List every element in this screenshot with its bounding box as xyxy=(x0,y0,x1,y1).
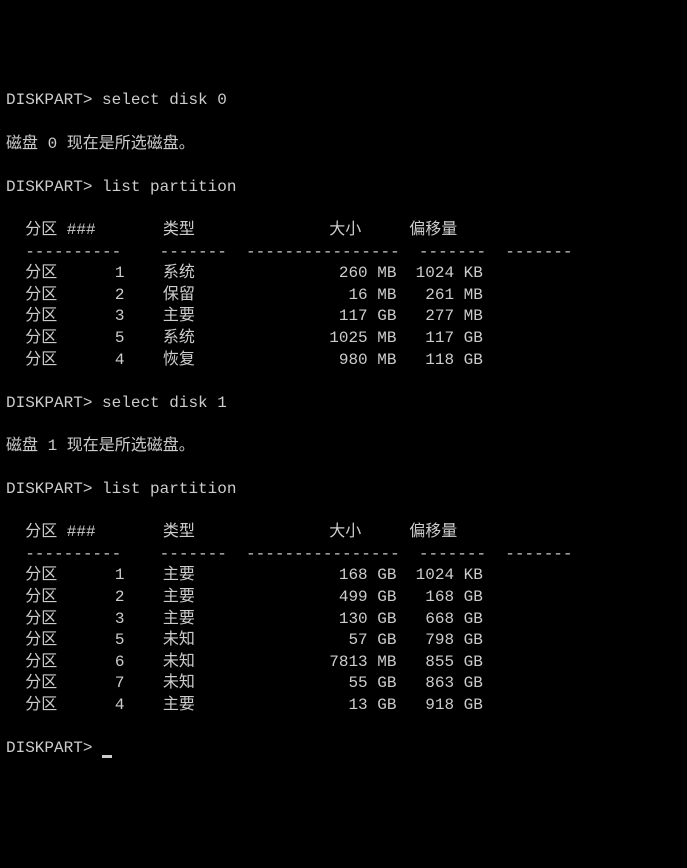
terminal-line: DISKPART> xyxy=(6,738,681,760)
terminal-line xyxy=(6,112,681,134)
cmd-select-disk-0: select disk 0 xyxy=(102,91,227,109)
terminal-line xyxy=(6,501,681,523)
terminal-line xyxy=(6,198,681,220)
terminal-line xyxy=(6,717,681,739)
terminal-line: 磁盘 0 现在是所选磁盘。 xyxy=(6,134,681,156)
terminal-line: 分区 2 主要 499 GB 168 GB xyxy=(6,587,681,609)
table-row: 分区 3 主要 117 GB 277 MB xyxy=(6,307,483,325)
table-dashes: ---------- ------- ---------------- ----… xyxy=(6,545,573,563)
table-row: 分区 4 恢复 980 MB 118 GB xyxy=(6,351,483,369)
msg-disk0-selected: 磁盘 0 现在是所选磁盘。 xyxy=(6,135,195,153)
table-row: 分区 4 主要 13 GB 918 GB xyxy=(6,696,483,714)
table-dashes: ---------- ------- ---------------- ----… xyxy=(6,243,573,261)
terminal-line: 分区 6 未知 7813 MB 855 GB xyxy=(6,652,681,674)
prompt: DISKPART> xyxy=(6,394,92,412)
cursor xyxy=(102,755,112,758)
table-row: 分区 2 保留 16 MB 261 MB xyxy=(6,286,483,304)
terminal-line xyxy=(6,155,681,177)
terminal-line: 分区 7 未知 55 GB 863 GB xyxy=(6,673,681,695)
terminal-line: 分区 4 恢复 980 MB 118 GB xyxy=(6,350,681,372)
terminal-line: DISKPART> list partition xyxy=(6,177,681,199)
terminal-line: 分区 5 未知 57 GB 798 GB xyxy=(6,630,681,652)
prompt: DISKPART> xyxy=(6,739,92,757)
terminal-line: 磁盘 1 现在是所选磁盘。 xyxy=(6,436,681,458)
msg-disk1-selected: 磁盘 1 现在是所选磁盘。 xyxy=(6,437,195,455)
table-header: 分区 ### 类型 大小 偏移量 xyxy=(6,221,457,239)
terminal-line: 分区 ### 类型 大小 偏移量 xyxy=(6,220,681,242)
prompt: DISKPART> xyxy=(6,178,92,196)
cmd-select-disk-1: select disk 1 xyxy=(102,394,227,412)
table-row: 分区 3 主要 130 GB 668 GB xyxy=(6,610,483,628)
table-row: 分区 7 未知 55 GB 863 GB xyxy=(6,674,483,692)
table-row: 分区 5 未知 57 GB 798 GB xyxy=(6,631,483,649)
terminal-line: 分区 1 主要 168 GB 1024 KB xyxy=(6,565,681,587)
table-row: 分区 1 系统 260 MB 1024 KB xyxy=(6,264,483,282)
terminal-line: ---------- ------- ---------------- ----… xyxy=(6,242,681,264)
terminal-window[interactable]: DISKPART> select disk 0 磁盘 0 现在是所选磁盘。 DI… xyxy=(6,90,681,759)
prompt: DISKPART> xyxy=(6,91,92,109)
cmd-list-partition: list partition xyxy=(102,178,236,196)
terminal-line: DISKPART> select disk 1 xyxy=(6,393,681,415)
terminal-line xyxy=(6,371,681,393)
terminal-line: 分区 1 系统 260 MB 1024 KB xyxy=(6,263,681,285)
table-row: 分区 5 系统 1025 MB 117 GB xyxy=(6,329,483,347)
table-header: 分区 ### 类型 大小 偏移量 xyxy=(6,523,457,541)
terminal-line: 分区 2 保留 16 MB 261 MB xyxy=(6,285,681,307)
terminal-line: 分区 3 主要 117 GB 277 MB xyxy=(6,306,681,328)
terminal-line xyxy=(6,457,681,479)
table-row: 分区 1 主要 168 GB 1024 KB xyxy=(6,566,483,584)
table-row: 分区 6 未知 7813 MB 855 GB xyxy=(6,653,483,671)
cmd-list-partition: list partition xyxy=(102,480,236,498)
table-row: 分区 2 主要 499 GB 168 GB xyxy=(6,588,483,606)
terminal-line: ---------- ------- ---------------- ----… xyxy=(6,544,681,566)
terminal-line: 分区 3 主要 130 GB 668 GB xyxy=(6,609,681,631)
terminal-line: 分区 5 系统 1025 MB 117 GB xyxy=(6,328,681,350)
terminal-line: 分区 ### 类型 大小 偏移量 xyxy=(6,522,681,544)
terminal-line xyxy=(6,414,681,436)
terminal-line: DISKPART> select disk 0 xyxy=(6,90,681,112)
terminal-line: 分区 4 主要 13 GB 918 GB xyxy=(6,695,681,717)
terminal-line: DISKPART> list partition xyxy=(6,479,681,501)
prompt: DISKPART> xyxy=(6,480,92,498)
